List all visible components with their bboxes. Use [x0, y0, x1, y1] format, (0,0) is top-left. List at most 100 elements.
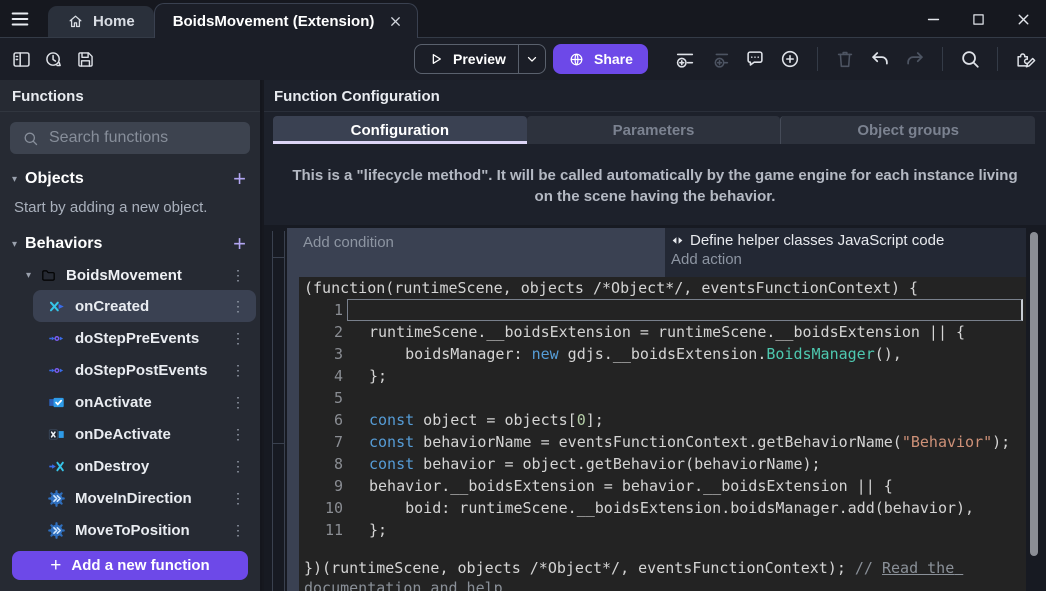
- code-line-3[interactable]: 3 boidsManager: new gdjs.__boidsExtensio…: [299, 343, 1026, 365]
- add-circle-icon[interactable]: [779, 48, 801, 70]
- code-token: new: [532, 345, 559, 363]
- step-arrows-icon: [48, 362, 65, 379]
- comment-icon[interactable]: [744, 48, 766, 70]
- code-line-1[interactable]: 1: [299, 299, 1026, 321]
- maximize-window-button[interactable]: [970, 11, 987, 28]
- step-arrows-icon: [48, 330, 65, 347]
- function-item-onDestroy[interactable]: onDestroy ⋮: [33, 450, 256, 482]
- code-line-8[interactable]: 8const behavior = object.getBehavior(beh…: [299, 453, 1026, 475]
- js-code-editor[interactable]: (function(runtimeScene, objects /*Object…: [299, 277, 1026, 591]
- code-token: ];: [586, 411, 604, 429]
- code-token: gdjs.__boidsExtension.: [559, 345, 767, 363]
- line-number: 10: [299, 497, 343, 519]
- preview-label: Preview: [453, 51, 506, 67]
- function-item-doStepPreEvents[interactable]: doStepPreEvents ⋮: [33, 322, 256, 354]
- line-number: 6: [299, 409, 343, 431]
- line-number: 8: [299, 453, 343, 475]
- code-line-4[interactable]: 4};: [299, 365, 1026, 387]
- tab-home-label: Home: [93, 13, 135, 30]
- function-item-label: doStepPostEvents: [75, 362, 221, 379]
- functions-sidebar: Functions Search functions ▾ Objects + S…: [0, 80, 262, 591]
- close-window-button[interactable]: [1015, 11, 1032, 28]
- function-item-onDeActivate[interactable]: onDeActivate⋮: [33, 418, 256, 450]
- code-token: };: [369, 521, 387, 539]
- code-line-9[interactable]: 9behavior.__boidsExtension = behavior.__…: [299, 475, 1026, 497]
- kebab-menu-icon[interactable]: ⋮: [231, 395, 245, 409]
- kebab-menu-icon[interactable]: ⋮: [231, 427, 245, 441]
- gear-icon: [48, 522, 65, 539]
- code-line-6[interactable]: 6const object = objects[0];: [299, 409, 1026, 431]
- code-token: 0: [577, 411, 586, 429]
- code-line-5[interactable]: 5: [299, 387, 1026, 409]
- event-guide-line: [284, 231, 285, 591]
- tab-object-groups[interactable]: Object groups: [780, 116, 1035, 144]
- function-item-label: onActivate: [75, 394, 221, 411]
- function-item-label: MoveInDirection: [75, 490, 221, 507]
- tab-boidsmovement-extension[interactable]: BoidsMovement (Extension): [154, 3, 419, 38]
- play-icon: [428, 51, 444, 67]
- history-icon[interactable]: [43, 49, 64, 70]
- function-item-MoveToPosition[interactable]: MoveToPosition⋮: [33, 514, 256, 546]
- function-item-label: onDestroy: [75, 458, 221, 475]
- menu-icon[interactable]: [9, 8, 31, 30]
- globe-icon: [568, 51, 585, 68]
- search-placeholder: Search functions: [49, 129, 168, 147]
- function-item-doStepPostEvents[interactable]: doStepPostEvents ⋮: [33, 354, 256, 386]
- behaviors-section-header[interactable]: ▾ Behaviors +: [0, 231, 260, 257]
- code-token: const: [369, 411, 414, 429]
- kebab-menu-icon[interactable]: ⋮: [231, 331, 245, 345]
- code-line-2[interactable]: 2runtimeScene.__boidsExtension = runtime…: [299, 321, 1026, 343]
- objects-section-header[interactable]: ▾ Objects +: [0, 166, 260, 192]
- js-code-icon: [671, 234, 684, 247]
- shuffle-arrows-icon: [48, 298, 65, 315]
- toolbar-right-icons: [674, 38, 1036, 80]
- vertical-scrollbar[interactable]: [1030, 232, 1038, 556]
- code-text: boid: runtimeScene.__boidsExtension.boid…: [369, 497, 974, 519]
- objects-empty-hint: Start by adding a new object.: [0, 192, 260, 216]
- checkbox-checked-icon: [48, 394, 65, 411]
- behavior-group-boidsmovement[interactable]: ▾ BoidsMovement ⋮: [0, 260, 260, 290]
- add-event-icon[interactable]: [674, 48, 696, 70]
- extension-edit-icon[interactable]: [1014, 48, 1036, 70]
- function-item-onCreated[interactable]: onCreated⋮: [33, 290, 256, 322]
- function-item-onActivate[interactable]: onActivate ⋮: [33, 386, 256, 418]
- add-object-button[interactable]: +: [233, 169, 246, 189]
- add-behavior-button[interactable]: +: [233, 234, 246, 254]
- event-left-strip: [287, 228, 299, 591]
- preview-dropdown-button[interactable]: [519, 52, 545, 66]
- active-line-box: [347, 299, 1023, 321]
- window-controls: [925, 0, 1032, 38]
- kebab-menu-icon[interactable]: ⋮: [231, 459, 245, 473]
- search-icon[interactable]: [959, 48, 981, 70]
- event-guide-tick: [272, 443, 285, 444]
- function-item-label: doStepPreEvents: [75, 330, 221, 347]
- code-token: behavior.__boidsExtension = behavior.__b…: [369, 477, 893, 495]
- code-line-7[interactable]: 7const behaviorName = eventsFunctionCont…: [299, 431, 1026, 453]
- add-condition-button[interactable]: Add condition: [287, 228, 665, 277]
- kebab-menu-icon[interactable]: ⋮: [231, 268, 245, 282]
- add-function-button[interactable]: + Add a new function: [12, 551, 248, 580]
- gear-icon: [48, 490, 65, 507]
- function-item-MoveInDirection[interactable]: MoveInDirection ⋮: [33, 482, 256, 514]
- line-number: 7: [299, 431, 343, 453]
- tab-configuration[interactable]: Configuration: [273, 116, 527, 144]
- project-panels-icon[interactable]: [11, 49, 32, 70]
- code-token: behaviorName = eventsFunctionContext.get…: [414, 433, 902, 451]
- undo-icon[interactable]: [869, 48, 891, 70]
- kebab-menu-icon[interactable]: ⋮: [231, 363, 245, 377]
- tab-parameters[interactable]: Parameters: [527, 116, 781, 144]
- js-event-title[interactable]: Define helper classes JavaScript code: [665, 228, 1026, 249]
- kebab-menu-icon[interactable]: ⋮: [231, 299, 245, 313]
- kebab-menu-icon[interactable]: ⋮: [231, 523, 245, 537]
- save-icon[interactable]: [75, 49, 96, 70]
- add-action-button[interactable]: Add action: [665, 249, 1026, 268]
- search-functions-input[interactable]: Search functions: [10, 122, 250, 154]
- code-line-10[interactable]: 10 boid: runtimeScene.__boidsExtension.b…: [299, 497, 1026, 519]
- preview-button[interactable]: Preview: [415, 45, 518, 73]
- kebab-menu-icon[interactable]: ⋮: [231, 491, 245, 505]
- minimize-window-button[interactable]: [925, 11, 942, 28]
- close-tab-icon[interactable]: [388, 14, 403, 29]
- code-line-11[interactable]: 11};: [299, 519, 1026, 541]
- tab-home[interactable]: Home: [48, 6, 154, 37]
- share-button[interactable]: Share: [553, 44, 648, 74]
